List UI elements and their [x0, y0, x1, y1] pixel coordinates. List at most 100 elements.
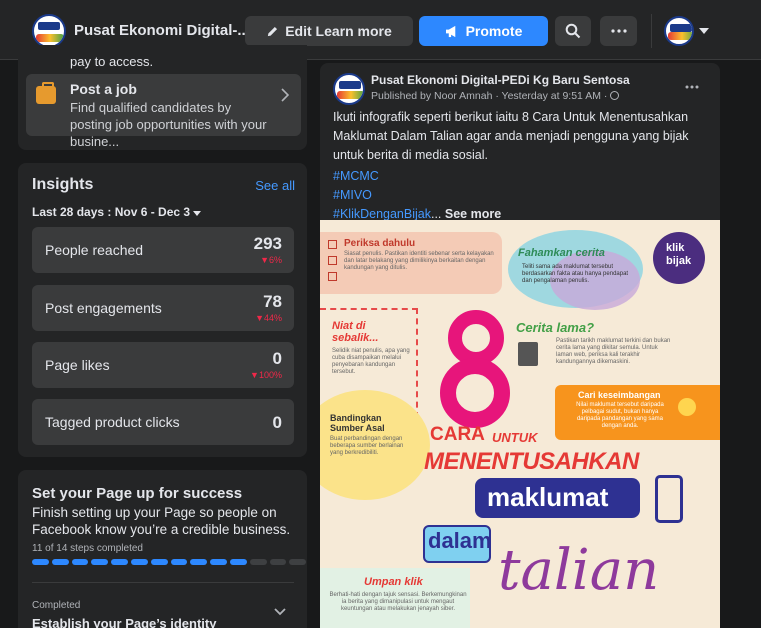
- hashtag-link[interactable]: #MIVO: [333, 186, 718, 205]
- insight-row-people-reached[interactable]: People reached 293 ▼6%: [32, 227, 294, 273]
- insight-change: ▼100%: [250, 370, 282, 380]
- progress-step: [32, 559, 49, 565]
- account-avatar[interactable]: [664, 16, 694, 46]
- ellipsis: ...: [430, 207, 442, 221]
- setup-title: Set your Page up for success: [32, 485, 243, 502]
- insight-value: 293: [253, 234, 282, 253]
- arrow-down-icon: ▼: [255, 313, 264, 323]
- post-body-text: Ikuti infografik seperti berikut iaitu 8…: [333, 110, 689, 162]
- progress-step: [170, 559, 188, 565]
- bandingkan-body: Buat perbandingan dengan beberapa sumber…: [330, 436, 404, 456]
- umpan-title: Umpan klik: [364, 576, 423, 588]
- bandingkan-title: Bandingkan Sumber Asal: [330, 413, 385, 433]
- date-range-label: Last 28 days : Nov 6 - Dec 3: [32, 205, 191, 219]
- infographic-image[interactable]: Periksa dahulu Siasat penulis. Pastikan …: [320, 220, 720, 628]
- caret-down-icon: [193, 211, 202, 216]
- chevron-down-icon[interactable]: [274, 608, 286, 616]
- niat-body: Selidik niat penulis, apa yang cuba disa…: [332, 348, 410, 375]
- arrow-down-icon: ▼: [250, 370, 259, 380]
- umpan-body: Berhati-hati dengan tajuk sensasi. Berke…: [329, 592, 467, 612]
- insight-label: People reached: [45, 242, 144, 258]
- insights-title: Insights: [32, 176, 94, 193]
- progress-step: [51, 559, 69, 565]
- insight-value: 0: [272, 413, 282, 432]
- post-more-options-icon[interactable]: [685, 85, 699, 89]
- insight-change: ▼6%: [260, 255, 282, 265]
- account-dropdown-icon[interactable]: [699, 28, 709, 34]
- post-meta: Published by Noor Amnah · Yesterday at 9…: [371, 90, 620, 102]
- progress-step: [210, 559, 227, 565]
- insight-label: Page likes: [45, 357, 110, 373]
- megaphone-icon: [445, 25, 455, 37]
- promote-button[interactable]: Promote: [419, 16, 548, 46]
- insight-row-page-likes[interactable]: Page likes 0 ▼100%: [32, 342, 294, 388]
- post-meta-text: Published by Noor Amnah · Yesterday at 9…: [371, 90, 608, 102]
- post-author-name[interactable]: Pusat Ekonomi Digital-PEDi Kg Baru Sento…: [371, 73, 630, 87]
- page-logo-avatar[interactable]: [32, 14, 66, 48]
- globe-icon: [610, 91, 620, 100]
- periksa-title: Periksa dahulu: [344, 238, 416, 249]
- dalam-text: dalam: [428, 528, 492, 553]
- periksa-body: Siasat penulis. Pastikan identiti sebena…: [344, 251, 494, 271]
- post-author-avatar[interactable]: [333, 73, 365, 105]
- cara-text: CARA: [430, 424, 485, 445]
- cari-title: Cari keseimbangan: [578, 390, 661, 400]
- checkbox-icon: [328, 256, 337, 265]
- post-a-job-title: Post a job: [70, 81, 137, 97]
- account-divider: [651, 14, 652, 48]
- fahamkan-body: Teliti sama ada maklumat tersebut berdas…: [522, 264, 629, 284]
- see-all-link[interactable]: See all: [255, 178, 295, 193]
- checkbox-icon: [328, 240, 337, 249]
- niat-title: Niat di sebalik...: [332, 320, 379, 344]
- progress-step: [150, 559, 168, 565]
- progress-step: [289, 559, 307, 565]
- setup-divider: [32, 582, 294, 583]
- insight-change-value: 44%: [263, 313, 282, 323]
- insight-change-value: 6%: [268, 255, 282, 265]
- more-options-button[interactable]: [600, 16, 637, 46]
- date-range-selector[interactable]: Last 28 days : Nov 6 - Dec 3: [32, 205, 202, 219]
- talian-text: talian: [498, 538, 660, 603]
- insight-value: 0: [272, 349, 282, 368]
- search-icon: [565, 23, 581, 39]
- insight-change-value: 100%: [258, 370, 282, 380]
- setup-description: Finish setting up your Page so people on…: [32, 505, 291, 537]
- progress-step: [230, 559, 247, 565]
- klik-bijak-line1: klik: [666, 242, 685, 254]
- post-a-job-item[interactable]: Post a job Find qualified candidates by …: [26, 74, 301, 149]
- insight-value: 78: [263, 292, 282, 311]
- pencil-icon: [268, 26, 278, 36]
- hashtag-link[interactable]: #KlikDenganBijak: [333, 207, 431, 221]
- edit-learn-more-button[interactable]: Edit Learn more: [245, 16, 413, 46]
- pink-number-eight: [440, 310, 510, 430]
- page-setup-card: Set your Page up for success Finish sett…: [18, 470, 307, 628]
- setup-item-title[interactable]: Establish your Page’s identity: [32, 616, 216, 628]
- search-button[interactable]: [555, 16, 591, 46]
- maklumat-text: maklumat: [487, 482, 609, 512]
- cari-body: Nilai maklumat tersebut daripada pelbaga…: [576, 402, 664, 429]
- briefcase-icon: [36, 82, 56, 104]
- edit-learn-more-label: Edit Learn more: [285, 23, 392, 39]
- cerita-lama-title: Cerita lama?: [516, 320, 595, 335]
- see-more-link[interactable]: See more: [445, 207, 501, 221]
- insight-row-tagged-product-clicks[interactable]: Tagged product clicks 0: [32, 399, 294, 445]
- insight-label: Tagged product clicks: [45, 414, 180, 430]
- feed-post: Pusat Ekonomi Digital-PEDi Kg Baru Sento…: [320, 63, 720, 628]
- more-horizontal-icon: [610, 29, 627, 33]
- progress-step: [111, 559, 128, 565]
- insight-row-post-engagements[interactable]: Post engagements 78 ▼44%: [32, 285, 294, 331]
- cerita-lama-body: Pastikan tarikh maklumat terkini dan buk…: [556, 338, 671, 365]
- fahamkan-title: Fahamkan cerita: [518, 247, 605, 259]
- setup-steps-text: 11 of 14 steps completed: [32, 543, 143, 554]
- post-body: Ikuti infografik seperti berikut iaitu 8…: [333, 108, 718, 224]
- hashtag-link[interactable]: #MCMC: [333, 167, 718, 186]
- chevron-right-icon: [281, 88, 289, 102]
- completed-label: Completed: [32, 600, 81, 611]
- klik-bijak-line2: bijak: [666, 255, 692, 267]
- page-name[interactable]: Pusat Ekonomi Digital-...: [74, 22, 250, 39]
- progress-step: [131, 559, 148, 565]
- progress-step: [190, 559, 208, 565]
- checkbox-icon: [328, 272, 337, 281]
- arrow-down-icon: ▼: [260, 255, 269, 265]
- progress-step: [91, 559, 109, 565]
